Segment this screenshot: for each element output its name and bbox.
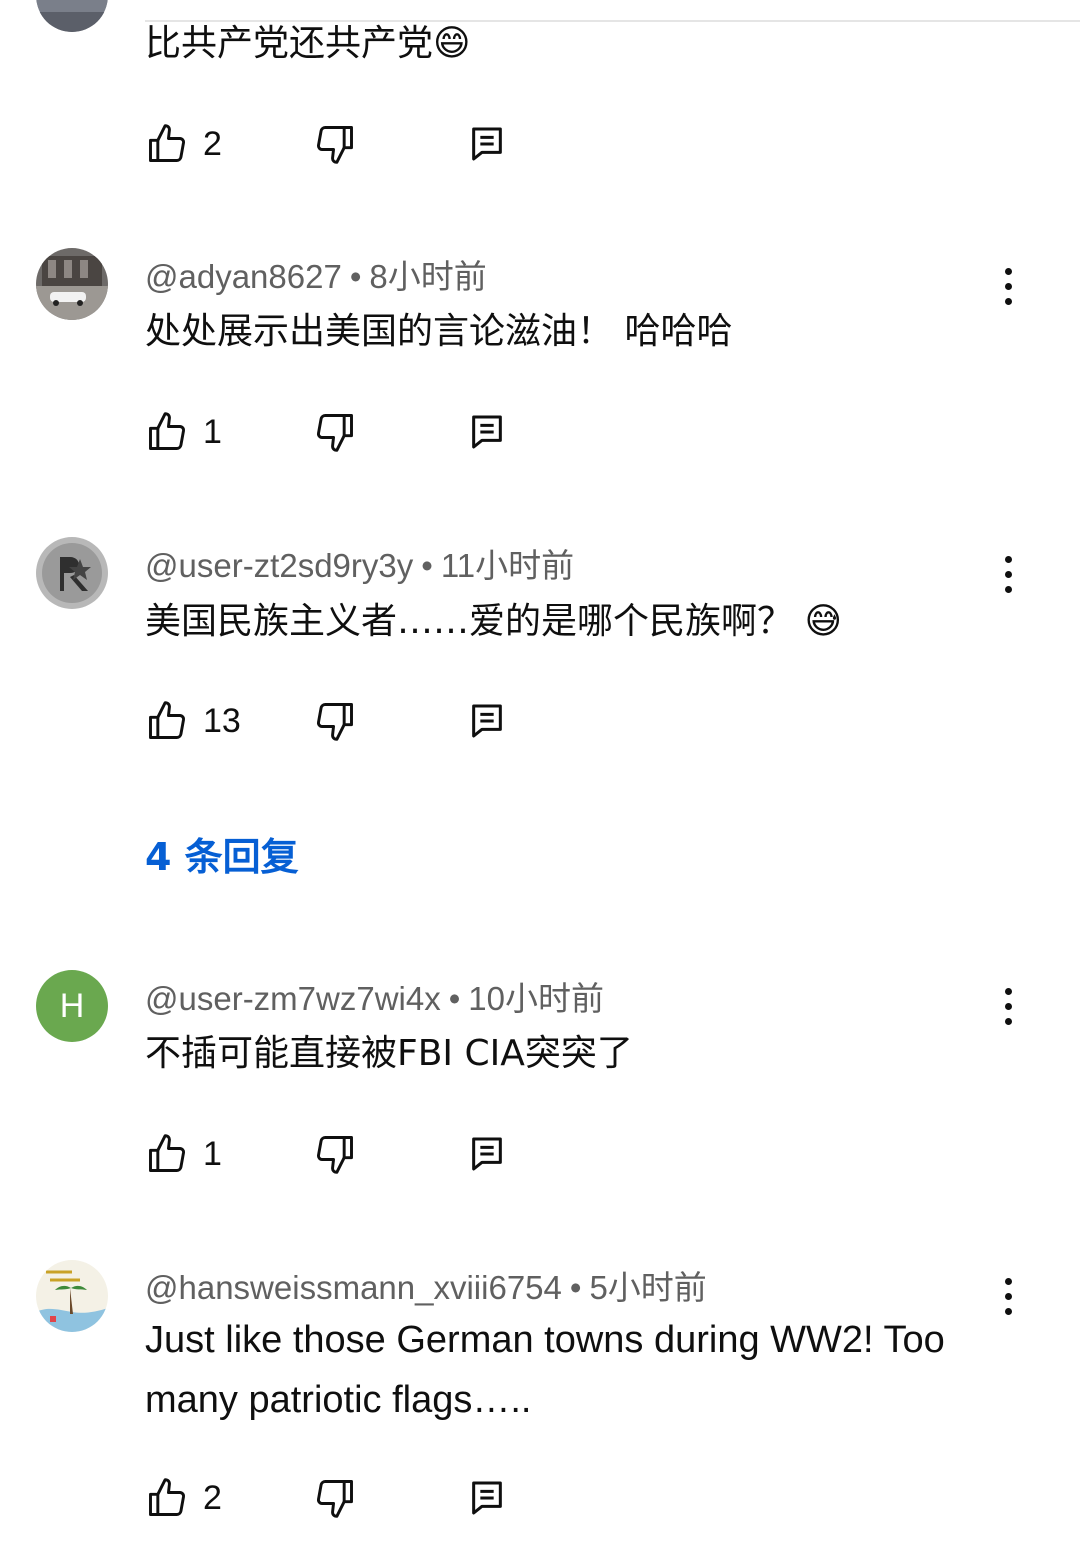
- reply-icon: [472, 415, 502, 449]
- like-button[interactable]: 2: [145, 1476, 222, 1520]
- dislike-icon: [317, 1480, 353, 1518]
- avatar[interactable]: [36, 248, 108, 320]
- dislike-button[interactable]: [313, 1476, 357, 1520]
- comment-author[interactable]: @user-zm7wz7wi4x: [145, 980, 441, 1017]
- reply-button[interactable]: [467, 410, 507, 454]
- dislike-icon: [317, 1136, 353, 1174]
- like-button[interactable]: 2: [145, 122, 222, 166]
- avatar[interactable]: [36, 0, 108, 32]
- menu-dot: [1004, 1017, 1012, 1025]
- comment-author[interactable]: @hansweissmann_xviii6754: [145, 1269, 562, 1306]
- more-options-icon: [1004, 555, 1012, 563]
- menu-dot: [1004, 1292, 1012, 1300]
- dislike-icon: [317, 414, 353, 452]
- comment-actions: 1: [145, 410, 525, 454]
- more-options-icon: [1004, 987, 1012, 995]
- comment-time: 11小时前: [440, 547, 575, 584]
- meta-separator: •: [421, 547, 433, 584]
- like-icon: [149, 124, 185, 162]
- comment-text: 美国民族主义者……爱的是哪个民族啊？ 😅: [145, 601, 842, 642]
- comment-time: 5小时前: [589, 1269, 707, 1306]
- meta-separator: •: [569, 1269, 582, 1306]
- reply-icon: [472, 1481, 502, 1515]
- comment-text: 比共产党还共产党😄: [145, 23, 471, 64]
- comment-time: 10小时前: [468, 980, 605, 1017]
- comment-meta: @user-zt2sd9ry3y • 11小时前: [145, 539, 574, 587]
- comment-actions: 2: [145, 122, 525, 166]
- more-options-icon: [1004, 267, 1012, 275]
- more-options-icon: [1004, 1277, 1012, 1285]
- avatar[interactable]: [36, 537, 108, 609]
- like-icon: [149, 1134, 185, 1172]
- menu-dot: [1004, 570, 1012, 578]
- avatar[interactable]: H: [36, 970, 108, 1042]
- menu-dot: [1004, 1002, 1012, 1010]
- dislike-button[interactable]: [313, 699, 357, 743]
- reply-icon: [472, 127, 502, 161]
- menu-dot: [1004, 282, 1012, 290]
- like-icon: [149, 412, 185, 450]
- reply-button[interactable]: [467, 122, 507, 166]
- dislike-icon: [317, 126, 353, 164]
- comment-text: 处处展示出美国的言论滋油！ 哈哈哈: [145, 311, 733, 352]
- meta-separator: •: [349, 258, 362, 295]
- reply-button[interactable]: [467, 1132, 507, 1176]
- dislike-button[interactable]: [313, 410, 357, 454]
- avatar-letter: H: [59, 986, 85, 1025]
- comment-meta: @hansweissmann_xviii6754 • 5小时前: [145, 1261, 707, 1309]
- reply-icon: [472, 1137, 502, 1171]
- like-count: 1: [203, 1134, 222, 1173]
- dislike-icon: [317, 703, 353, 741]
- like-button[interactable]: 13: [145, 699, 241, 743]
- like-count: 2: [203, 124, 222, 163]
- like-count: 13: [203, 701, 241, 740]
- dislike-button[interactable]: [313, 122, 357, 166]
- like-button[interactable]: 1: [145, 410, 222, 454]
- comment-text: Just like those German towns during WW2!…: [145, 1319, 945, 1421]
- comment-actions: 2: [145, 1476, 525, 1520]
- like-icon: [149, 1478, 185, 1516]
- comment-author[interactable]: @adyan8627: [145, 258, 342, 295]
- meta-separator: •: [448, 980, 461, 1017]
- like-count: 2: [203, 1478, 222, 1517]
- comment-actions: 1: [145, 1132, 525, 1176]
- view-replies-link[interactable]: 4 条回复: [145, 826, 299, 881]
- reply-button[interactable]: [467, 699, 507, 743]
- reply-button[interactable]: [467, 1476, 507, 1520]
- comment-actions: 13: [145, 699, 525, 743]
- comment-text: 不插可能直接被FBI CIA突突了: [145, 1033, 633, 1074]
- avatar[interactable]: [36, 1260, 108, 1332]
- dislike-button[interactable]: [313, 1132, 357, 1176]
- menu-dot: [1004, 1307, 1012, 1315]
- comment-meta: @user-zm7wz7wi4x • 10小时前: [145, 972, 604, 1020]
- like-icon: [149, 701, 185, 739]
- menu-dot: [1004, 585, 1012, 593]
- like-button[interactable]: 1: [145, 1132, 222, 1176]
- menu-dot: [1004, 297, 1012, 305]
- comment-time: 8小时前: [369, 258, 487, 295]
- comment-meta: @adyan8627 • 8小时前: [145, 250, 487, 298]
- comment-author[interactable]: @user-zt2sd9ry3y: [145, 547, 413, 584]
- like-count: 1: [203, 412, 222, 451]
- reply-icon: [472, 704, 502, 738]
